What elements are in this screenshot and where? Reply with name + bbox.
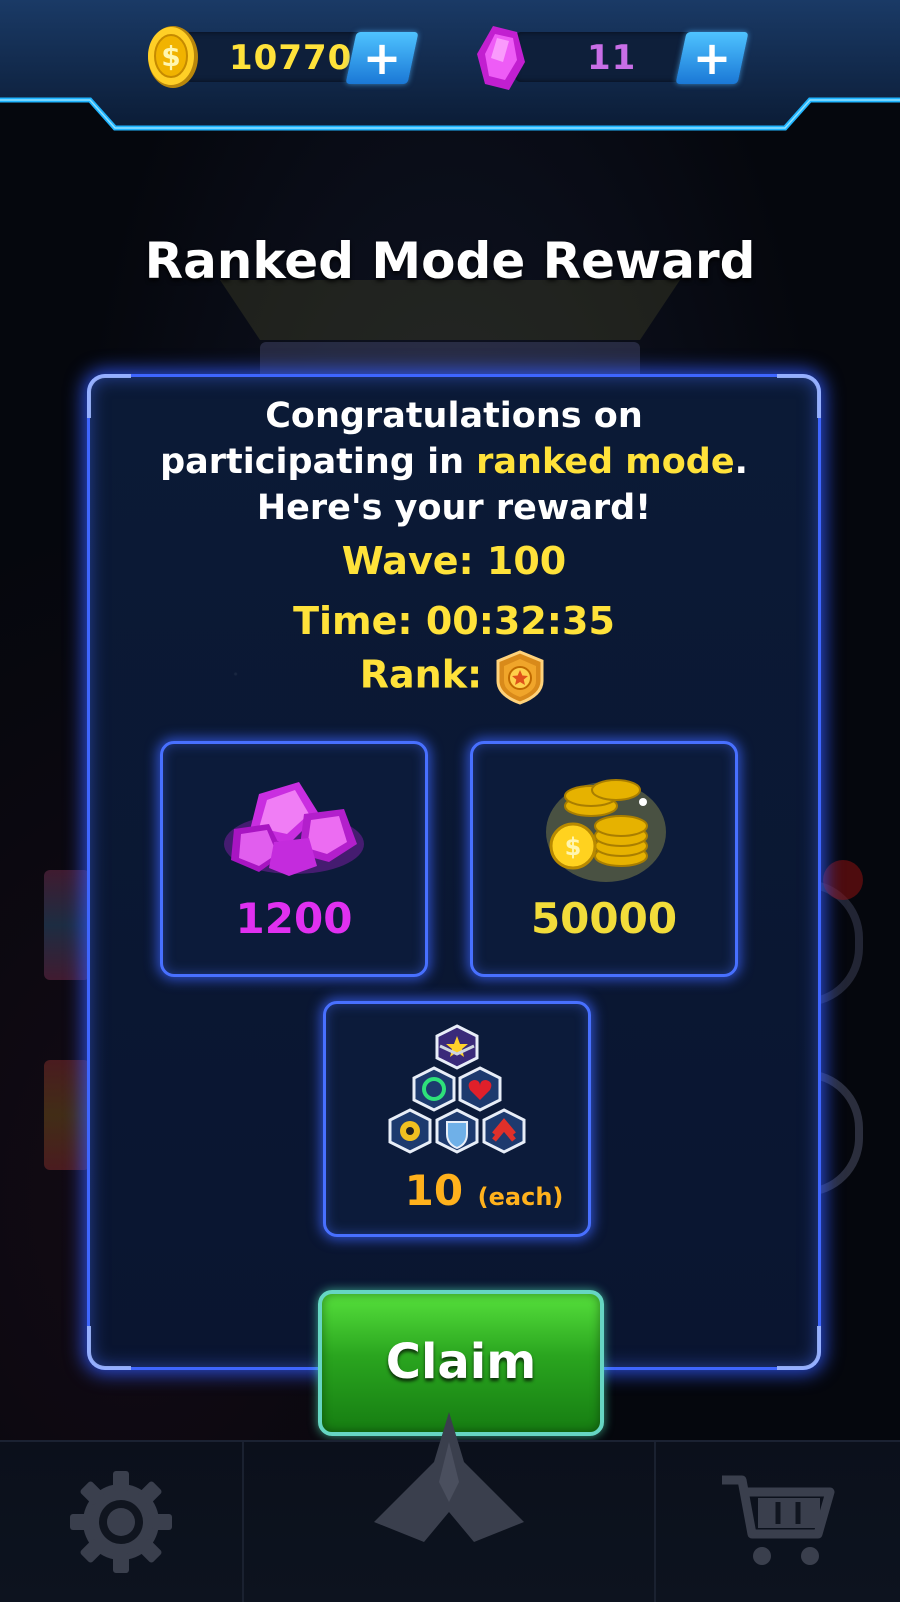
rank-medal-icon <box>496 650 544 705</box>
nav-settings[interactable] <box>0 1442 242 1602</box>
gems-pile-icon <box>224 782 364 876</box>
coins-stack-icon: $ <box>546 779 666 882</box>
reward-coins-value: 50000 <box>530 894 678 943</box>
settings-gear-icon <box>70 1471 172 1573</box>
message-line-1: Congratulations on <box>265 396 643 436</box>
coins-value: 10770 <box>229 38 353 78</box>
reward-gems: 1200 <box>160 741 428 977</box>
plus-icon: + <box>692 31 732 85</box>
top-bar-frame <box>0 0 900 131</box>
bottom-nav <box>0 1412 900 1602</box>
svg-text:$: $ <box>161 40 180 73</box>
side-decor-left-2 <box>44 1060 90 1170</box>
reward-powerups: 10 (each) <box>323 1001 591 1237</box>
nav-shop[interactable] <box>656 1442 900 1602</box>
ranked-mode-highlight: ranked mode <box>476 442 735 482</box>
add-gems-button[interactable]: + <box>675 31 749 85</box>
plus-icon: + <box>362 31 402 85</box>
message-line-2-suffix: . <box>734 442 748 482</box>
panel-corner <box>87 1326 131 1370</box>
reward-powerups-count: 10 <box>404 1166 464 1215</box>
claim-button-label: Claim <box>385 1334 537 1390</box>
page-title: Ranked Mode Reward <box>144 232 756 290</box>
svg-text:$: $ <box>565 833 582 861</box>
message-line-2-prefix: participating in <box>160 442 477 482</box>
top-bar: $ 10770 + 11 + <box>0 0 900 135</box>
reward-coins: $ 50000 <box>470 741 738 977</box>
time-stat: Time: 00:32:35 <box>293 599 615 643</box>
add-coins-button[interactable]: + <box>345 31 419 85</box>
coin-icon: $ <box>148 26 198 88</box>
congrats-message: Congratulations on participating in rank… <box>90 393 818 531</box>
powerups-hex-icon <box>388 1024 526 1154</box>
reward-panel: Congratulations on participating in rank… <box>87 374 821 1370</box>
rank-label: Rank: <box>359 652 483 697</box>
panel-corner <box>777 1326 821 1370</box>
side-decor-left-1 <box>44 870 90 980</box>
spaceship-icon <box>374 1412 524 1542</box>
shop-cart-icon <box>722 1475 835 1565</box>
gem-icon <box>477 26 525 90</box>
reward-powerups-suffix: (each) <box>477 1183 564 1211</box>
nav-ships[interactable] <box>244 1412 654 1602</box>
gems-value: 11 <box>587 38 637 78</box>
message-line-3: Here's your reward! <box>256 488 652 528</box>
wave-stat: Wave: 100 <box>341 539 567 583</box>
message-line-2: participating in ranked mode. <box>90 439 818 485</box>
coins-counter: $ 10770 + <box>145 26 425 88</box>
gems-counter: 11 + <box>475 26 755 90</box>
reward-powerups-value: 10 (each) <box>326 1166 588 1215</box>
reward-gems-value: 1200 <box>235 894 353 943</box>
side-decor-right-dot <box>823 860 863 900</box>
rank-stat: Rank: <box>90 649 818 705</box>
